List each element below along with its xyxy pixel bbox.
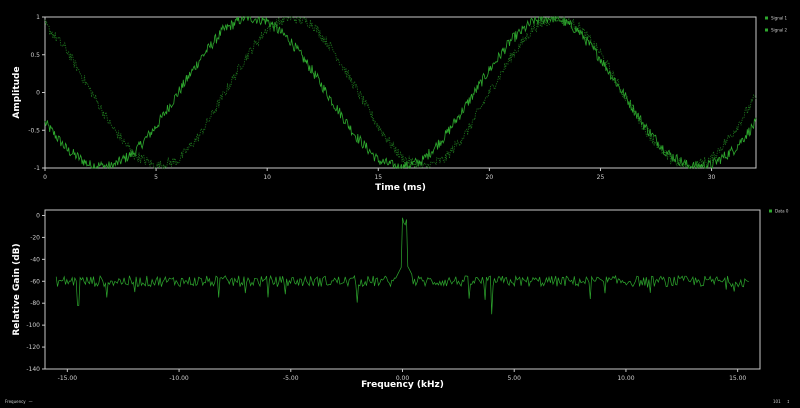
legend-swatch-signal-2 xyxy=(765,28,768,32)
x-tick-label: -5.00 xyxy=(283,375,299,382)
x-tick-label: 15 xyxy=(374,174,382,181)
frequency-domain-y-axis-label: Relative Gain (dB) xyxy=(12,243,22,335)
y-tick-label: -60 xyxy=(30,278,40,285)
y-tick-label: -80 xyxy=(30,300,40,307)
collapse-icon[interactable]: — xyxy=(29,399,33,404)
y-tick-label: 0 xyxy=(36,90,40,97)
x-tick-label: 5.00 xyxy=(508,375,522,382)
y-tick-label: -20 xyxy=(30,234,40,241)
x-tick-label: 30 xyxy=(708,174,716,181)
plot-area: -1 -0.5 0 0.5 1 0 5 10 15 20 25 30 Time (ms) Ampli… xyxy=(0,0,800,408)
legend-swatch-signal-1 xyxy=(765,16,768,20)
x-tick-label: 25 xyxy=(597,174,605,181)
legend-label-data-0: Data 0 xyxy=(775,209,789,214)
legend-swatch-data-0 xyxy=(769,209,772,213)
status-frequency-control[interactable]: Frequency — xyxy=(5,399,33,404)
x-tick-label: 10.00 xyxy=(617,375,634,382)
x-tick-label: 20 xyxy=(486,174,494,181)
x-tick-label: -10.00 xyxy=(169,375,189,382)
legend-label-signal-1: Signal 1 xyxy=(771,16,788,21)
y-tick-label: 0.5 xyxy=(30,52,40,59)
legend-label-signal-2: Signal 2 xyxy=(771,28,788,33)
time-domain-y-axis-label: Amplitude xyxy=(12,66,22,118)
y-tick-label: -100 xyxy=(26,322,40,329)
x-tick-label: 10 xyxy=(263,174,271,181)
status-value: 101 xyxy=(773,399,781,404)
y-tick-label: -140 xyxy=(26,366,40,373)
y-tick-label: -0.5 xyxy=(28,127,40,134)
y-tick-label: -40 xyxy=(30,256,40,263)
spinner-arrows-icon[interactable]: ↕ xyxy=(787,399,790,404)
status-frequency-label: Frequency xyxy=(5,399,26,404)
x-tick-label: 15.00 xyxy=(729,375,746,382)
y-tick-label: 0 xyxy=(36,212,40,219)
y-tick-label: -1 xyxy=(34,165,40,172)
time-domain-x-axis-label: Time (ms) xyxy=(375,183,426,193)
status-value-control[interactable]: 101 ↕ xyxy=(773,399,790,404)
x-tick-label: 5 xyxy=(154,174,158,181)
x-tick-label: 0 xyxy=(43,174,47,181)
y-tick-label: 1 xyxy=(36,14,40,21)
status-bar: Frequency — 101 ↕ xyxy=(0,394,800,408)
frequency-domain-x-axis-label: Frequency (kHz) xyxy=(361,380,444,390)
y-tick-label: -120 xyxy=(26,344,40,351)
x-tick-label: -15.00 xyxy=(58,375,78,382)
